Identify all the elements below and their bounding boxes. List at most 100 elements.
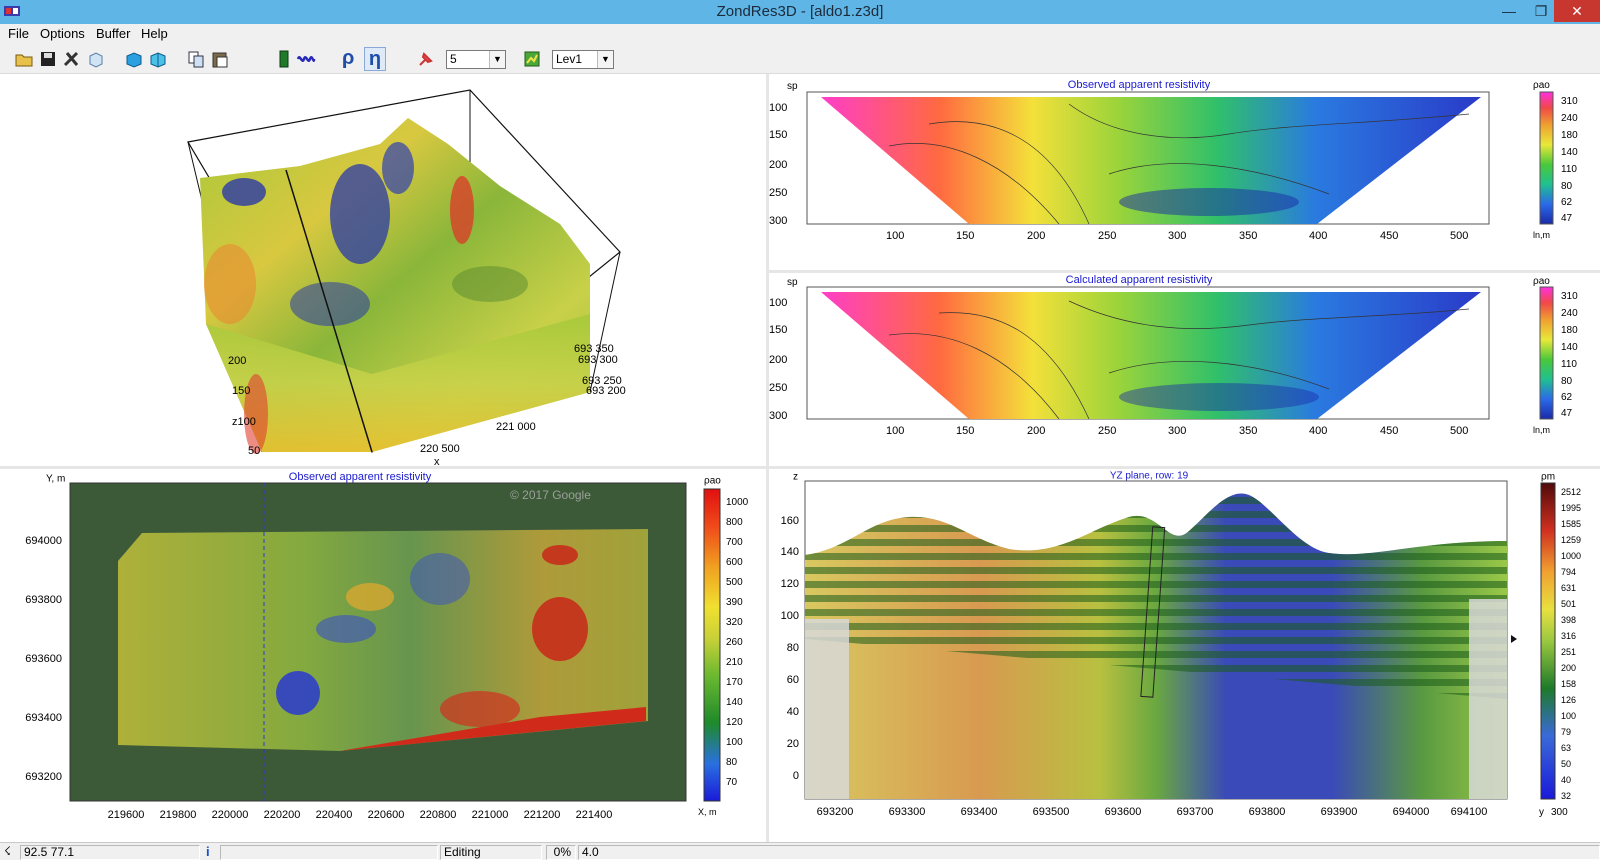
title-bar: ZondRes3D - [aldo1.z3d] — ❐ ✕ (0, 0, 1600, 24)
view-3d-panel[interactable]: 200 150 z100 50 693 350 693 300 693 250 … (0, 74, 766, 468)
menu-help[interactable]: Help (141, 26, 168, 41)
rho-button[interactable]: ρ (342, 47, 362, 69)
observed-section-panel[interactable]: Observed apparent resistivity sp 100 150… (769, 74, 1600, 270)
y-tick-label: 300 (769, 410, 787, 422)
z-tick-label: 40 (787, 706, 799, 718)
menu-file[interactable]: File (8, 26, 29, 41)
restore-button[interactable]: ❐ (1524, 0, 1558, 22)
y-tick-label: 694000 (1393, 806, 1430, 818)
legend-label: 110 (1561, 359, 1577, 370)
legend-label: 100 (1561, 711, 1576, 721)
status-value: 4.0 (578, 845, 1600, 860)
save-icon[interactable] (38, 49, 58, 69)
slice-position-marker[interactable] (1511, 635, 1517, 643)
legend-label: 70 (726, 777, 738, 788)
minimize-button[interactable]: — (1492, 0, 1526, 22)
x-tick-label: 150 (956, 425, 974, 437)
x-tick-label: 300 (1168, 425, 1186, 437)
open-icon[interactable] (14, 49, 34, 69)
x-tick-label: 220600 (368, 809, 405, 821)
x-tick-label: 250 (1098, 230, 1116, 242)
z-tick-label: 140 (781, 546, 799, 558)
x-unit-label: ln,m (1533, 425, 1550, 435)
legend-extra-label: 300 (1551, 807, 1568, 818)
legend-label: 700 (726, 537, 743, 548)
y-tick-label: 250 (769, 187, 787, 199)
y-tick-label: 693400 (25, 712, 62, 724)
calculated-section-panel[interactable]: Calculated apparent resistivity sp 100 1… (769, 273, 1600, 466)
map-view-plot[interactable]: Observed apparent resistivity Y, m © 201… (0, 469, 766, 842)
legend-label: 126 (1561, 695, 1576, 705)
legend-label: 501 (1561, 599, 1576, 609)
map-view-panel[interactable]: Observed apparent resistivity Y, m © 201… (0, 469, 766, 842)
legend-label: 140 (1561, 147, 1578, 158)
legend-label: 390 (726, 597, 743, 608)
legend-title: ρao (1533, 276, 1550, 287)
pin-icon[interactable] (416, 49, 436, 69)
close-button[interactable]: ✕ (1554, 0, 1600, 22)
legend-label: 63 (1561, 743, 1571, 753)
z-tick-label: 50 (248, 445, 260, 457)
x-tick-label: 500 (1450, 425, 1468, 437)
chevron-down-icon: ▼ (597, 51, 613, 68)
z-tick-label: 0 (793, 770, 799, 782)
x-unit-label: X, m (698, 807, 717, 817)
legend-label: 240 (1561, 113, 1578, 124)
status-mode: Editing (440, 845, 542, 860)
spring-icon[interactable] (296, 49, 316, 69)
menu-buffer[interactable]: Buffer (96, 26, 130, 41)
map-icon[interactable] (522, 49, 542, 69)
y-tick-label: 693500 (1033, 806, 1070, 818)
legend-label: 180 (1561, 325, 1578, 336)
menu-bar: File Options Buffer Help (0, 24, 1600, 44)
info-icon[interactable]: i (206, 844, 210, 859)
z-axis-label: z (793, 471, 798, 482)
x-tick-label: 221000 (472, 809, 509, 821)
status-bar: ☇ 92.5 77.1 i Editing 0% 4.0 (0, 842, 1600, 860)
legend-label: 794 (1561, 567, 1576, 577)
chevron-down-icon: ▼ (489, 51, 505, 68)
section-title: Observed apparent resistivity (1068, 79, 1211, 91)
z-tick-label: 160 (781, 515, 799, 527)
legend-label: 1259 (1561, 535, 1581, 545)
y-tick-label: 200 (769, 159, 787, 171)
y-tick-label: 694100 (1451, 806, 1488, 818)
observed-section-plot[interactable]: Observed apparent resistivity sp 100 150… (769, 74, 1600, 270)
z-tick-label: 80 (787, 642, 799, 654)
y-tick-label: 100 (769, 297, 787, 309)
legend-label: 1000 (726, 497, 749, 508)
legend-label: 170 (726, 677, 743, 688)
legend-label: 251 (1561, 647, 1576, 657)
y-tick-label: 693 200 (586, 385, 626, 397)
cube-view-icon[interactable] (124, 49, 144, 69)
battery-icon[interactable] (274, 49, 294, 69)
legend-label: 80 (1561, 376, 1573, 387)
legend-label: 200 (1561, 663, 1576, 673)
legend-label: 47 (1561, 213, 1573, 224)
level-select[interactable]: 5 ▼ (446, 50, 506, 69)
legend-label: 140 (1561, 342, 1578, 353)
yz-plane-panel[interactable]: YZ plane, row: 19 z 160 140 120 100 80 6… (769, 469, 1600, 842)
x-tick-label: 150 (956, 230, 974, 242)
copy-icon[interactable] (186, 49, 206, 69)
legend-title: ρao (704, 475, 721, 486)
eta-button[interactable]: η (364, 47, 386, 71)
y-tick-label: 693200 (25, 771, 62, 783)
window-title: ZondRes3D - [aldo1.z3d] (716, 3, 884, 20)
menu-options[interactable]: Options (40, 26, 85, 41)
yz-plane-plot[interactable]: YZ plane, row: 19 z 160 140 120 100 80 6… (769, 469, 1600, 842)
legend-label: 32 (1561, 791, 1571, 801)
calculated-section-plot[interactable]: Calculated apparent resistivity sp 100 1… (769, 273, 1600, 466)
cube-icon[interactable] (86, 49, 106, 69)
x-tick-label: 300 (1168, 230, 1186, 242)
cube-slice-icon[interactable] (148, 49, 168, 69)
tools-icon[interactable] (62, 49, 82, 69)
volume-3d-view[interactable]: 200 150 z100 50 693 350 693 300 693 250 … (0, 74, 766, 468)
x-tick-label: 220800 (420, 809, 457, 821)
x-tick-label: 100 (886, 230, 904, 242)
legend-label: 500 (726, 577, 743, 588)
layer-select[interactable]: Lev1 ▼ (552, 50, 614, 69)
y-tick-label: 693400 (961, 806, 998, 818)
paste-icon[interactable] (210, 49, 230, 69)
x-tick-label: 220 500 (420, 443, 460, 455)
